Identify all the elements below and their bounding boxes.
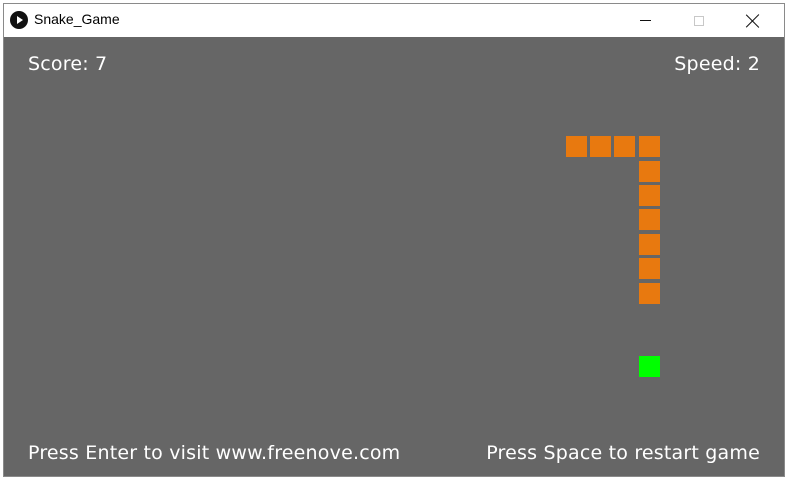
title-bar[interactable]: Snake_Game bbox=[4, 4, 784, 37]
snake-segment bbox=[638, 258, 660, 280]
maximize-button[interactable] bbox=[676, 4, 722, 37]
snake-segment bbox=[638, 209, 660, 231]
game-canvas[interactable]: Score: 7 Speed: 2 Press Enter to visit w… bbox=[4, 37, 784, 476]
snake-segment bbox=[614, 136, 636, 158]
food-pellet bbox=[638, 355, 660, 377]
snake-segment bbox=[590, 136, 612, 158]
minimize-button[interactable] bbox=[622, 4, 668, 37]
score-text: Score: 7 bbox=[28, 53, 108, 75]
snake-segment bbox=[638, 282, 660, 304]
game-window: Snake_Game Score: 7 Speed: 2 Press Enter… bbox=[3, 3, 785, 477]
speed-text: Speed: 2 bbox=[674, 53, 760, 75]
snake-segment bbox=[638, 233, 660, 255]
minimize-icon bbox=[639, 20, 651, 21]
enter-hint-text: Press Enter to visit www.freenove.com bbox=[28, 442, 401, 464]
snake-segment bbox=[638, 160, 660, 182]
window-title: Snake_Game bbox=[34, 11, 120, 27]
close-icon bbox=[746, 14, 760, 28]
play-icon bbox=[10, 11, 28, 29]
maximize-icon bbox=[694, 15, 704, 26]
snake-segment bbox=[638, 185, 660, 207]
snake-segment bbox=[565, 136, 587, 158]
snake-segment bbox=[638, 136, 660, 158]
close-button[interactable] bbox=[730, 4, 776, 37]
space-hint-text: Press Space to restart game bbox=[486, 442, 760, 464]
